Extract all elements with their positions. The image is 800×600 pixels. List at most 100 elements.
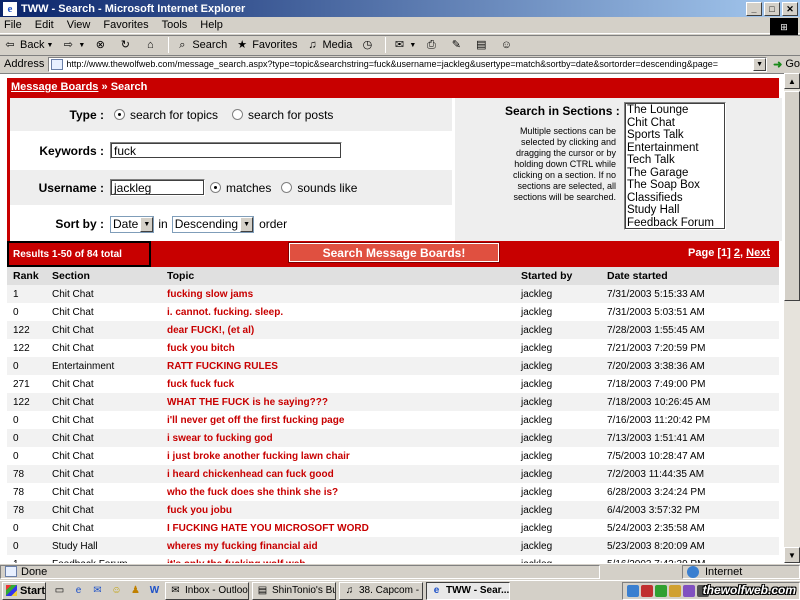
table-row: 0 Study Hall wheres my fucking financial a…: [7, 537, 779, 555]
back-button[interactable]: ⇦ Back ▼: [3, 39, 53, 52]
tray-app-icon[interactable]: [655, 585, 667, 597]
favorites-button[interactable]: ★ Favorites: [235, 39, 297, 52]
search-message-boards-button[interactable]: Search Message Boards!: [288, 242, 500, 263]
desktop-icon[interactable]: ▭: [52, 583, 67, 598]
row-topic-link[interactable]: RATT FUCKING RULES: [167, 361, 521, 372]
breadcrumb-message-boards-link[interactable]: Message Boards: [11, 81, 98, 93]
start-button[interactable]: Start: [2, 581, 46, 600]
scroll-down-icon[interactable]: ▼: [784, 547, 800, 563]
vertical-scrollbar[interactable]: ▲ ▼: [784, 73, 800, 563]
keywords-label: Keywords :: [39, 143, 104, 158]
section-option[interactable]: Entertainment: [627, 142, 723, 155]
outlook-icon[interactable]: ✉: [90, 583, 105, 598]
section-option[interactable]: Tech Talk: [627, 154, 723, 167]
edit-button[interactable]: ✎: [449, 39, 466, 52]
sort-order-select[interactable]: Descending ▼: [171, 215, 255, 233]
match-matches-radio[interactable]: [210, 182, 221, 193]
menu-tools[interactable]: Tools: [162, 19, 188, 31]
aim-icon[interactable]: ♟: [128, 583, 143, 598]
ie-quicklaunch-icon[interactable]: e: [71, 583, 86, 598]
row-rank: 0: [13, 522, 19, 534]
keywords-input[interactable]: fuck: [110, 142, 342, 159]
sections-listbox[interactable]: The Lounge Chit Chat Sports Talk Enterta…: [624, 102, 726, 230]
section-option[interactable]: Study Hall: [627, 204, 723, 217]
row-started-by: jackleg: [521, 450, 553, 462]
mail-button[interactable]: ✉ ▼: [392, 39, 417, 52]
section-option[interactable]: The Garage: [627, 167, 723, 180]
ie-task-icon: e: [433, 584, 440, 596]
menu-favorites[interactable]: Favorites: [103, 19, 148, 31]
section-option[interactable]: The Soap Box: [627, 179, 723, 192]
row-topic-link[interactable]: i swear to fucking god: [167, 433, 521, 444]
section-option[interactable]: The Lounge: [627, 104, 723, 117]
scroll-up-icon[interactable]: ▲: [784, 73, 800, 89]
row-topic-link[interactable]: fuck you bitch: [167, 343, 521, 354]
header-section: Section: [52, 270, 90, 282]
refresh-button[interactable]: ↻: [118, 39, 135, 52]
media-button[interactable]: ♫ Media: [305, 39, 352, 52]
task-outlook[interactable]: ✉ Inbox - Outlook ...: [165, 581, 249, 600]
menu-file[interactable]: File: [4, 19, 22, 31]
row-topic-link[interactable]: WHAT THE FUCK is he saying???: [167, 397, 521, 408]
task-capcom[interactable]: ♫ 38. Capcom - N...: [339, 581, 423, 600]
go-button[interactable]: ➜ Go: [773, 58, 800, 71]
discuss-button[interactable]: ▤: [474, 39, 491, 52]
history-button[interactable]: ◷: [360, 39, 377, 52]
pager-next-link[interactable]: Next: [746, 247, 770, 259]
row-topic-link[interactable]: fuck fuck fuck: [167, 379, 521, 390]
type-topics-radio[interactable]: [114, 109, 125, 120]
media-icon: ♫: [308, 38, 317, 51]
address-dropdown-icon[interactable]: ▼: [753, 57, 767, 71]
section-option[interactable]: Sports Talk: [627, 129, 723, 142]
task-tww[interactable]: e TWW - Sear...: [426, 581, 510, 600]
menu-edit[interactable]: Edit: [35, 19, 54, 31]
forward-button[interactable]: ⇨ ▼: [61, 39, 86, 52]
row-section: Study Hall: [52, 540, 98, 552]
section-option[interactable]: Feedback Forum: [627, 217, 723, 230]
section-option[interactable]: Chit Chat: [627, 117, 723, 130]
messenger-button[interactable]: ☺: [499, 39, 516, 52]
row-section: Chit Chat: [52, 288, 94, 300]
scroll-thumb[interactable]: [784, 91, 800, 301]
match-sounds-radio[interactable]: [281, 182, 293, 193]
row-topic-link[interactable]: who the fuck does she think she is?: [167, 487, 521, 498]
row-topic-link[interactable]: wheres my fucking financial aid: [167, 541, 521, 552]
word-icon[interactable]: W: [147, 583, 162, 598]
task-shintonio[interactable]: ▤ ShinTonio's Bu...: [252, 581, 336, 600]
minimize-button[interactable]: _: [746, 2, 762, 16]
menu-help[interactable]: Help: [200, 19, 223, 31]
sort-field-select[interactable]: Date ▼: [110, 215, 155, 233]
row-section: Chit Chat: [52, 414, 94, 426]
tray-messenger-icon[interactable]: [669, 585, 681, 597]
address-input[interactable]: http://www.thewolfweb.com/message_search…: [48, 56, 768, 72]
maximize-button[interactable]: □: [764, 2, 780, 16]
home-button[interactable]: ⌂: [143, 39, 160, 52]
tray-antivirus-icon[interactable]: [641, 585, 653, 597]
row-topic-link[interactable]: fucking slow jams: [167, 289, 521, 300]
type-posts-radio[interactable]: [232, 109, 244, 120]
stop-button[interactable]: ⊗: [93, 39, 110, 52]
row-topic-link[interactable]: i just broke another fucking lawn chair: [167, 451, 521, 462]
row-topic-link[interactable]: i heard chickenhead can fuck good: [167, 469, 521, 480]
row-topic-link[interactable]: dear FUCK!, (et al): [167, 325, 521, 336]
row-topic-link[interactable]: i. cannot. fucking. sleep.: [167, 307, 521, 318]
username-input[interactable]: jackleg: [110, 179, 205, 196]
tray-network-icon[interactable]: [627, 585, 639, 597]
go-arrow-icon: ➜: [773, 58, 783, 71]
tray-media-icon[interactable]: [683, 585, 695, 597]
messenger-quicklaunch-icon[interactable]: ☺: [109, 583, 124, 598]
row-started-by: jackleg: [521, 504, 553, 516]
print-button[interactable]: ⎙: [424, 39, 441, 52]
status-text: Done: [21, 565, 48, 578]
row-topic-link[interactable]: i'll never get off the first fucking pag…: [167, 415, 521, 426]
section-option[interactable]: Classifieds: [627, 192, 723, 205]
page-icon: [51, 58, 64, 70]
table-row: 122 Chit Chat dear FUCK!, (et al) jackleg 7/…: [7, 321, 779, 339]
row-topic-link[interactable]: I FUCKING HATE YOU MICROSOFT WORD: [167, 523, 521, 534]
sort-label: Sort by :: [55, 217, 104, 231]
row-rank: 122: [13, 396, 30, 408]
row-topic-link[interactable]: fuck you jobu: [167, 505, 521, 516]
menu-view[interactable]: View: [67, 19, 91, 31]
close-button[interactable]: ✕: [782, 2, 798, 16]
search-button[interactable]: ⌕ Search: [175, 39, 227, 52]
